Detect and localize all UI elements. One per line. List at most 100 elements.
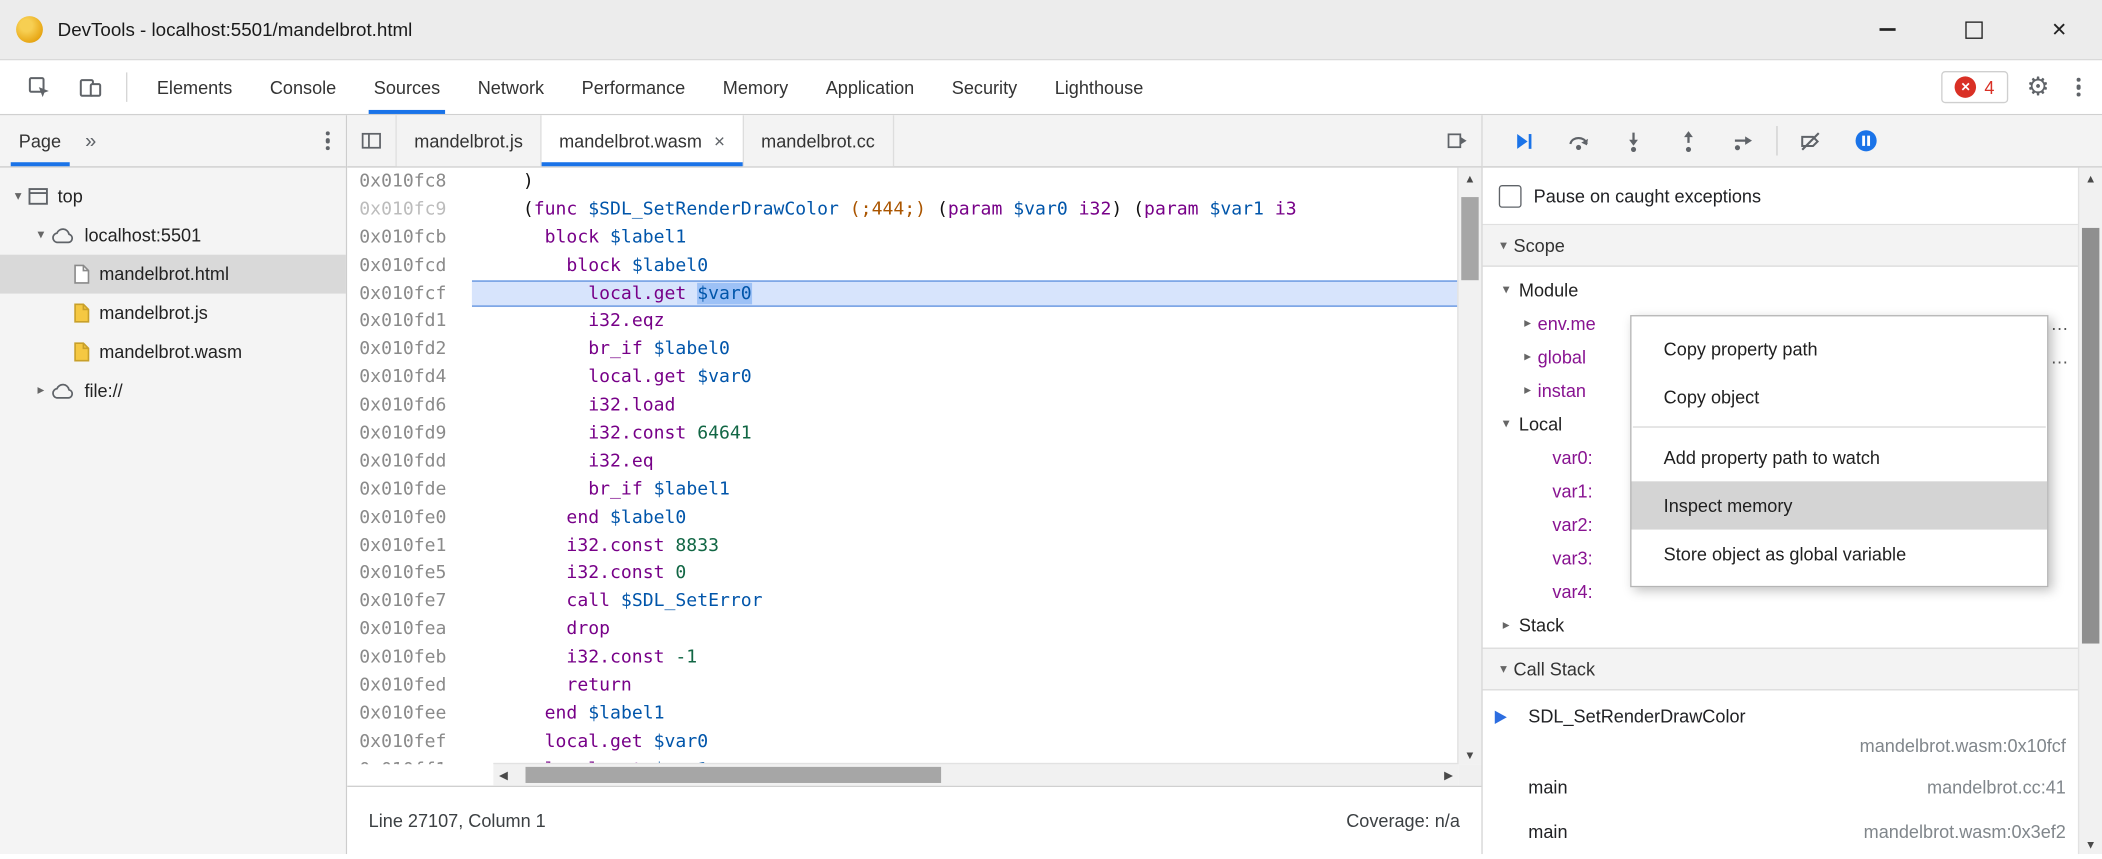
editor-tab-mandelbrot-cc[interactable]: mandelbrot.cc	[744, 115, 894, 166]
navigator-menu-icon[interactable]	[317, 131, 337, 151]
horizontal-scrollbar[interactable]: ◀ ▶	[493, 763, 1458, 786]
code-address[interactable]: 0x010fd2	[347, 336, 472, 364]
scope-section-module[interactable]: ▾Module	[1483, 274, 2080, 308]
code-line[interactable]: 0x010fee end $label1	[347, 700, 1458, 728]
code-address[interactable]: 0x010fe5	[347, 560, 472, 588]
menu-item-inspect-memory[interactable]: Inspect memory	[1632, 481, 2048, 529]
code-line[interactable]: 0x010fe1 i32.const 8833	[347, 532, 1458, 560]
code-address[interactable]: 0x010fed	[347, 672, 472, 700]
frame-location[interactable]: mandelbrot.cc:41	[1568, 773, 2066, 802]
code-line[interactable]: 0x010feb i32.const -1	[347, 644, 1458, 672]
code-address[interactable]: 0x010fef	[347, 728, 472, 756]
menu-item-copy-object[interactable]: Copy object	[1632, 373, 2048, 421]
scroll-up-icon[interactable]: ▲	[1459, 168, 1482, 188]
toggle-debugger-sidebar-icon[interactable]	[1433, 115, 1481, 166]
main-menu-icon[interactable]	[2068, 77, 2088, 97]
step-out-icon[interactable]	[1661, 115, 1716, 166]
call-stack-frame[interactable]: mainmandelbrot.wasm:0x3ef2	[1483, 810, 2080, 854]
sidebar-scrollbar-thumb[interactable]	[2082, 228, 2099, 644]
code-line[interactable]: 0x010fcf local.get $var0	[347, 280, 1458, 308]
code-line[interactable]: 0x010fe0 end $label0	[347, 504, 1458, 532]
call-stack-section-header[interactable]: ▾ Call Stack	[1483, 648, 2080, 691]
tree-item-mandelbrot-js[interactable]: mandelbrot.js	[0, 294, 346, 333]
minimize-button[interactable]	[1845, 0, 1931, 59]
tree-item-top[interactable]: ▾top	[0, 177, 346, 216]
close-button[interactable]: ✕	[2016, 0, 2102, 59]
step-over-icon[interactable]	[1551, 115, 1606, 166]
maximize-button[interactable]	[1930, 0, 2016, 59]
tab-elements[interactable]: Elements	[138, 60, 251, 114]
error-badge[interactable]: ✕ 4	[1942, 71, 2008, 103]
code-address[interactable]: 0x010fcb	[347, 224, 472, 252]
code-address[interactable]: 0x010fea	[347, 616, 472, 644]
code-line[interactable]: 0x010fd1 i32.eqz	[347, 308, 1458, 336]
code-address[interactable]: 0x010fd9	[347, 420, 472, 448]
code-address[interactable]: 0x010fdd	[347, 448, 472, 476]
toggle-navigator-icon[interactable]	[347, 115, 397, 166]
device-toolbar-icon[interactable]	[64, 60, 115, 114]
tab-sources[interactable]: Sources	[355, 60, 459, 114]
code-line[interactable]: 0x010fcd block $label0	[347, 252, 1458, 280]
close-tab-icon[interactable]: ×	[714, 130, 725, 151]
code-address[interactable]: 0x010fe7	[347, 588, 472, 616]
code-line[interactable]: 0x010fde br_if $label1	[347, 476, 1458, 504]
code-address[interactable]: 0x010fcd	[347, 252, 472, 280]
code-line[interactable]: 0x010fea drop	[347, 616, 1458, 644]
vertical-scrollbar[interactable]: ▲ ▼	[1457, 168, 1481, 765]
tree-item-localhost-5501[interactable]: ▾localhost:5501	[0, 216, 346, 255]
code-address[interactable]: 0x010fee	[347, 700, 472, 728]
code-line[interactable]: 0x010fdd i32.eq	[347, 448, 1458, 476]
tree-item-file[interactable]: ▸file://	[0, 371, 346, 410]
code-line[interactable]: 0x010fed return	[347, 672, 1458, 700]
code-line[interactable]: 0x010fe5 i32.const 0	[347, 560, 1458, 588]
code-address[interactable]: 0x010fd6	[347, 392, 472, 420]
tab-lighthouse[interactable]: Lighthouse	[1036, 60, 1162, 114]
code-address[interactable]: 0x010fc9	[347, 196, 472, 224]
frame-location[interactable]: mandelbrot.wasm:0x10fcf	[1528, 732, 2066, 761]
code-line[interactable]: 0x010fef local.get $var0	[347, 728, 1458, 756]
code-address[interactable]: 0x010fd1	[347, 308, 472, 336]
menu-item-add-property-path-to-watch[interactable]: Add property path to watch	[1632, 433, 2048, 481]
menu-item-store-object-as-global-variable[interactable]: Store object as global variable	[1632, 530, 2048, 578]
code-address[interactable]: 0x010fde	[347, 476, 472, 504]
call-stack-frame[interactable]: mainmandelbrot.cc:41	[1483, 766, 2080, 810]
more-tabs-icon[interactable]: »	[80, 129, 102, 152]
tab-application[interactable]: Application	[807, 60, 933, 114]
scope-section-header[interactable]: ▾ Scope	[1483, 225, 2080, 267]
code-line[interactable]: 0x010fc8)	[347, 168, 1458, 196]
code-address[interactable]: 0x010fc8	[347, 168, 472, 196]
code-line[interactable]: 0x010fd2 br_if $label0	[347, 336, 1458, 364]
sidebar-scrollbar[interactable]: ▲ ▼	[2078, 168, 2102, 854]
tab-network[interactable]: Network	[459, 60, 563, 114]
code-line[interactable]: 0x010fd6 i32.load	[347, 392, 1458, 420]
step-icon[interactable]	[1716, 115, 1771, 166]
code-address[interactable]: 0x010feb	[347, 644, 472, 672]
scroll-left-icon[interactable]: ◀	[493, 764, 513, 785]
inspect-element-icon[interactable]	[13, 60, 64, 114]
tab-page[interactable]: Page	[0, 115, 80, 166]
frame-location[interactable]: mandelbrot.wasm:0x3ef2	[1568, 817, 2066, 846]
tab-console[interactable]: Console	[251, 60, 355, 114]
code-address[interactable]: 0x010fe1	[347, 532, 472, 560]
tab-security[interactable]: Security	[933, 60, 1036, 114]
tab-memory[interactable]: Memory	[704, 60, 807, 114]
scope-section-stack[interactable]: ▸Stack	[1483, 609, 2080, 643]
code-address[interactable]: 0x010fe0	[347, 504, 472, 532]
editor-tab-mandelbrot-js[interactable]: mandelbrot.js	[397, 115, 542, 166]
horizontal-scrollbar-thumb[interactable]	[526, 767, 942, 783]
pause-on-caught-checkbox[interactable]	[1499, 184, 1522, 207]
call-stack-frame-active[interactable]: SDL_SetRenderDrawColormandelbrot.wasm:0x…	[1483, 699, 2080, 766]
deactivate-breakpoints-icon[interactable]	[1783, 115, 1838, 166]
code-address[interactable]: 0x010ff1	[347, 756, 472, 764]
settings-gear-icon[interactable]: ⚙	[2027, 74, 2050, 99]
code-line[interactable]: 0x010fcb block $label1	[347, 224, 1458, 252]
code-line[interactable]: 0x010fd9 i32.const 64641	[347, 420, 1458, 448]
vertical-scrollbar-thumb[interactable]	[1461, 197, 1478, 280]
menu-item-copy-property-path[interactable]: Copy property path	[1632, 324, 2048, 372]
step-into-icon[interactable]	[1606, 115, 1661, 166]
scroll-down-icon[interactable]: ▼	[1459, 744, 1482, 764]
code-line[interactable]: 0x010fc9(func $SDL_SetRenderDrawColor (;…	[347, 196, 1458, 224]
scroll-right-icon[interactable]: ▶	[1438, 764, 1458, 785]
scroll-down-icon[interactable]: ▼	[2079, 834, 2102, 854]
editor-tab-mandelbrot-wasm[interactable]: mandelbrot.wasm×	[542, 115, 744, 166]
